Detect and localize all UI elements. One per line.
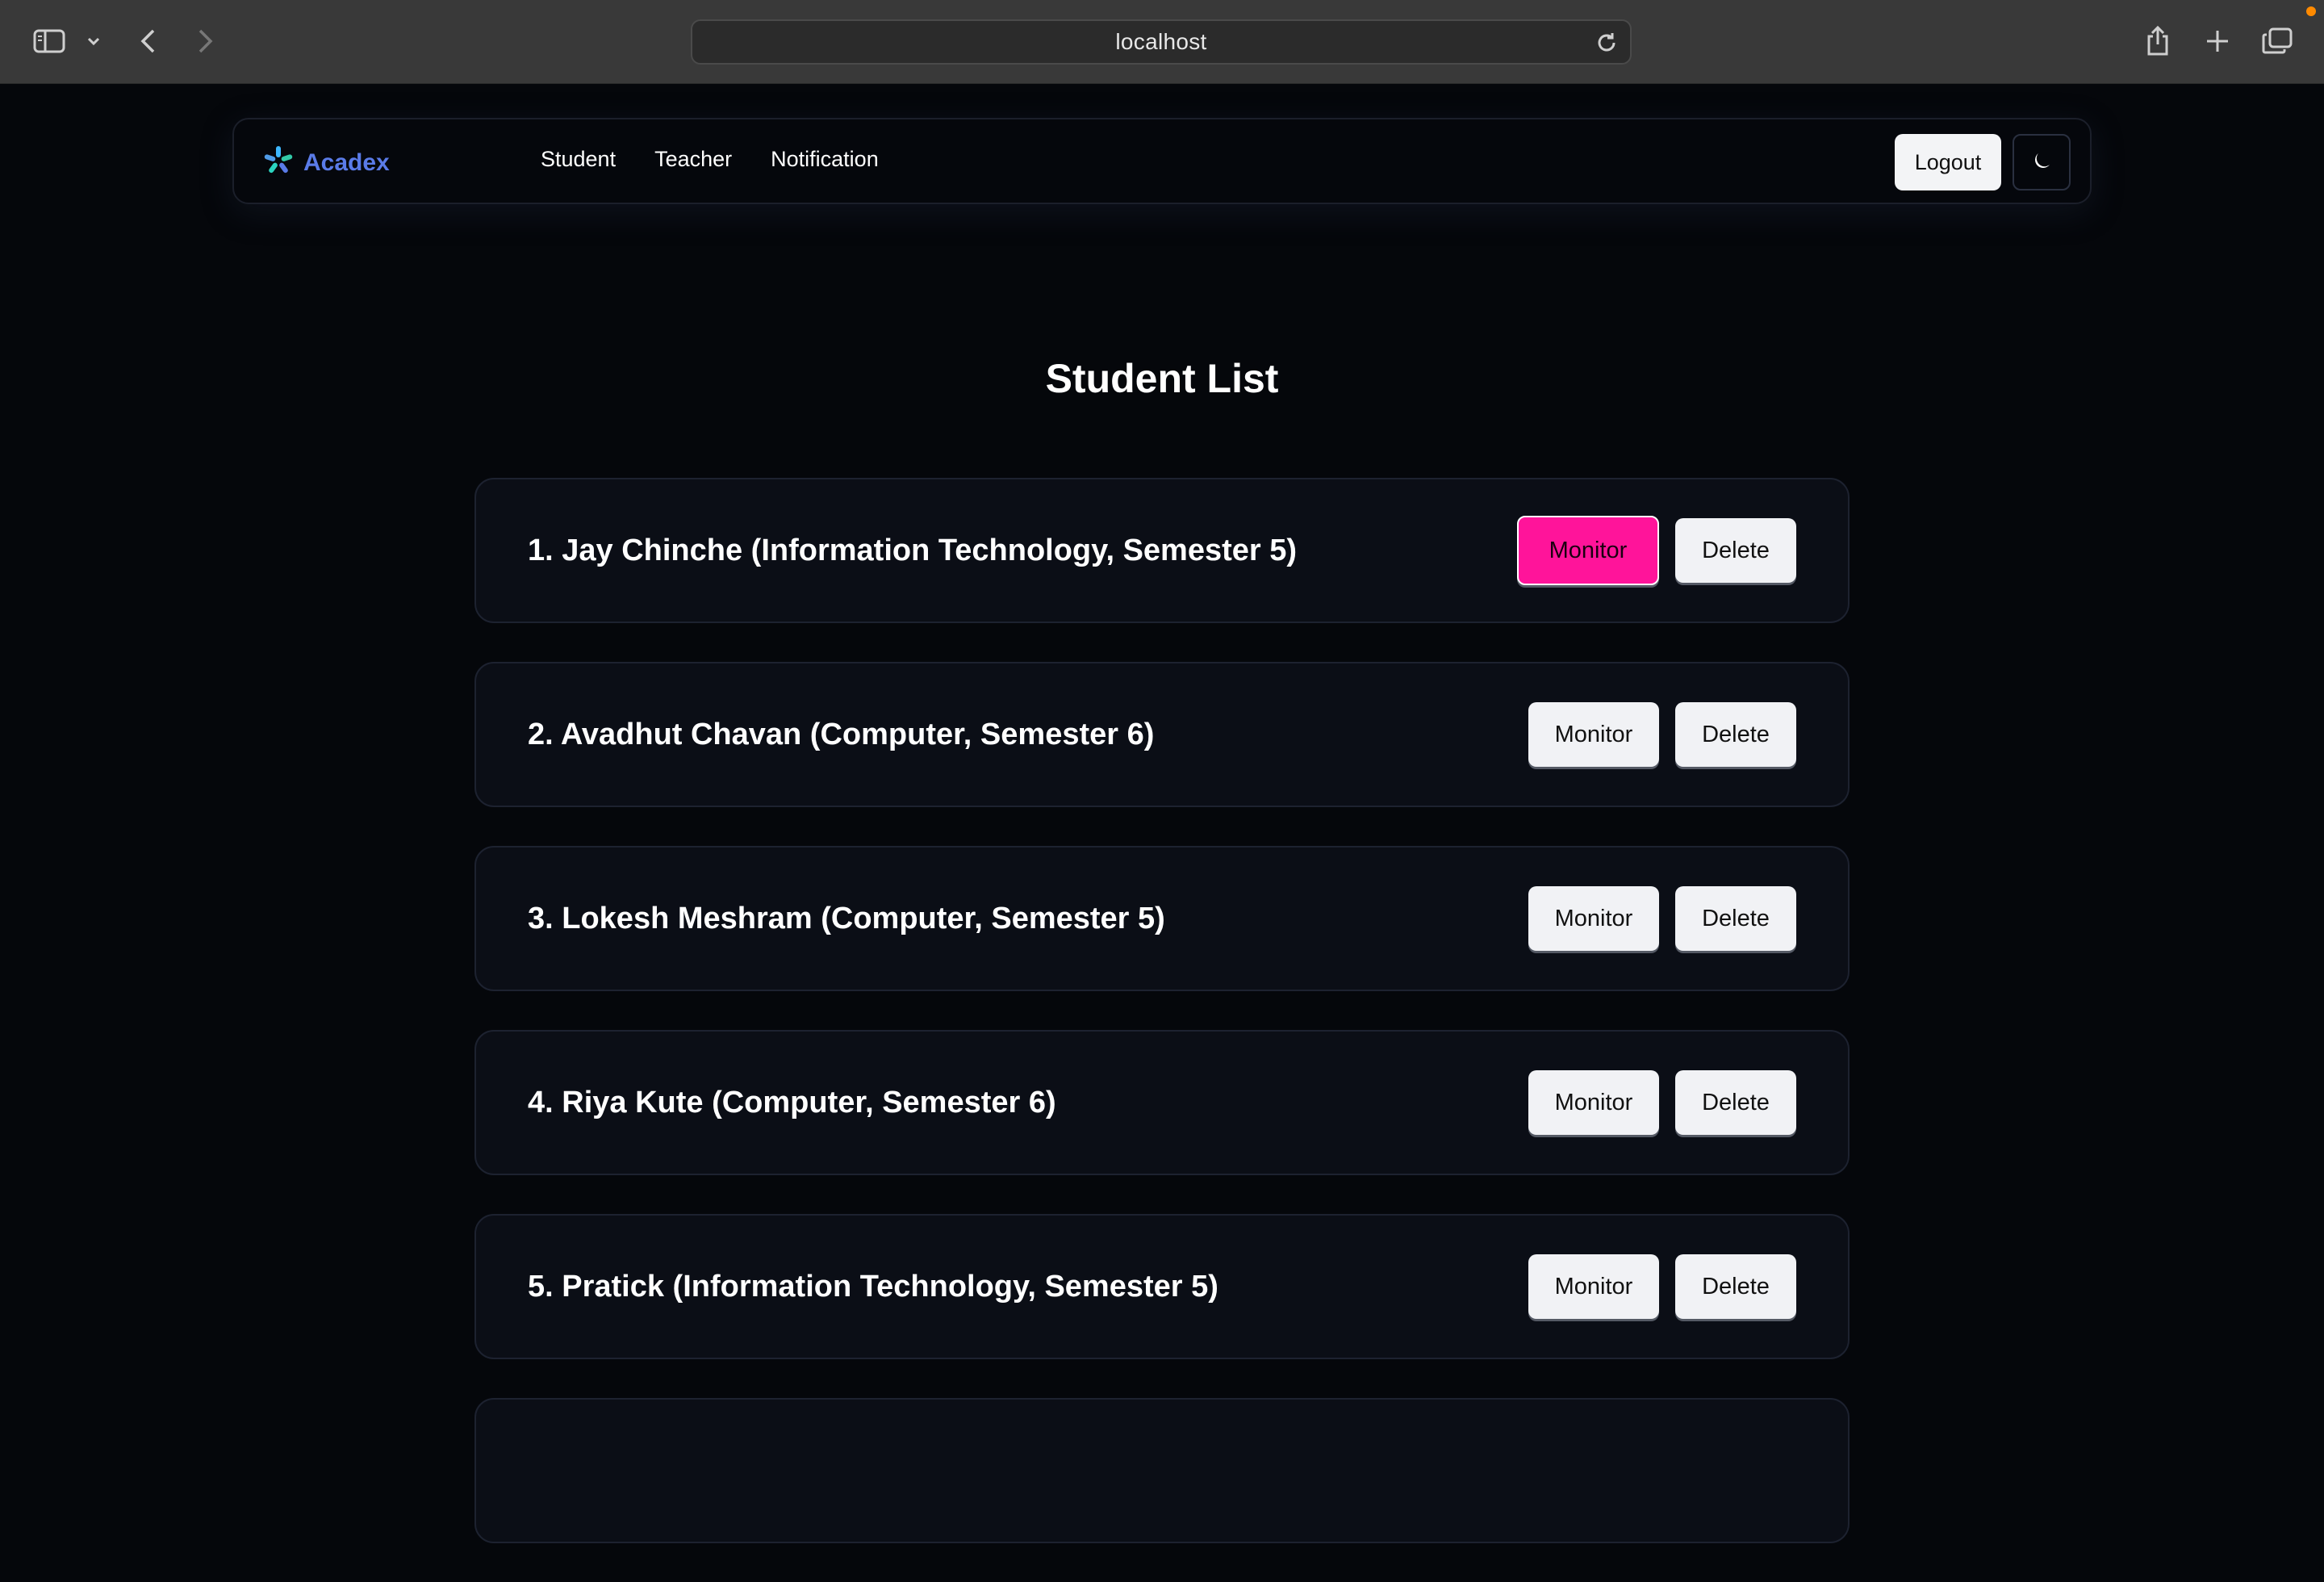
delete-button[interactable]: Delete (1675, 702, 1796, 767)
brand[interactable]: Acadex (263, 145, 390, 180)
address-bar[interactable]: localhost (691, 19, 1632, 65)
delete-button[interactable]: Delete (1675, 1254, 1796, 1319)
nav-link-student[interactable]: Student (541, 147, 616, 172)
notification-dot (2306, 6, 2316, 16)
app-navbar: Acadex Student Teacher Notification Logo… (232, 118, 2092, 204)
student-label: 4. Riya Kute (Computer, Semester 6) (528, 1085, 1056, 1120)
student-label: 1. Jay Chinche (Information Technology, … (528, 533, 1298, 567)
back-icon[interactable] (136, 18, 160, 65)
delete-button[interactable]: Delete (1675, 518, 1796, 583)
brand-name: Acadex (303, 149, 390, 176)
monitor-button[interactable]: Monitor (1528, 1254, 1659, 1319)
sidebar-toggle-icon[interactable] (31, 18, 68, 65)
chevron-down-icon[interactable] (84, 18, 103, 65)
page-title: Student List (1045, 356, 1279, 401)
student-label: 2. Avadhut Chavan (Computer, Semester 6) (528, 717, 1155, 751)
nav-link-notification[interactable]: Notification (771, 147, 879, 172)
monitor-button[interactable]: Monitor (1528, 702, 1659, 767)
forward-icon[interactable] (194, 18, 218, 65)
browser-toolbar: localhost (0, 0, 2324, 84)
student-actions: Monitor Delete (1528, 848, 1796, 990)
nav-link-teacher[interactable]: Teacher (654, 147, 732, 172)
student-actions: Monitor Delete (1517, 479, 1796, 622)
logout-button[interactable]: Logout (1895, 134, 2001, 190)
delete-button[interactable]: Delete (1675, 1070, 1796, 1135)
share-icon[interactable] (2142, 18, 2174, 65)
monitor-button[interactable]: Monitor (1517, 516, 1659, 585)
theme-toggle-button[interactable] (2013, 134, 2071, 190)
monitor-button[interactable]: Monitor (1528, 886, 1659, 951)
student-actions: Monitor Delete (1528, 1216, 1796, 1358)
student-card: 3. Lokesh Meshram (Computer, Semester 5)… (474, 846, 1850, 991)
reload-icon[interactable] (1595, 31, 1619, 59)
student-actions: Monitor Delete (1528, 663, 1796, 806)
student-label: 3. Lokesh Meshram (Computer, Semester 5) (528, 901, 1165, 935)
nav-links: Student Teacher Notification (541, 147, 879, 172)
logo-icon (263, 145, 294, 180)
student-card-partial (474, 1398, 1850, 1543)
student-card: 5. Pratick (Information Technology, Seme… (474, 1214, 1850, 1359)
student-card: 1. Jay Chinche (Information Technology, … (474, 478, 1850, 623)
student-list: 1. Jay Chinche (Information Technology, … (474, 478, 1850, 1582)
url-text: localhost (1115, 29, 1207, 54)
student-card: 4. Riya Kute (Computer, Semester 6) Moni… (474, 1030, 1850, 1175)
student-actions: Monitor Delete (1528, 1032, 1796, 1174)
student-card: 2. Avadhut Chavan (Computer, Semester 6)… (474, 662, 1850, 807)
student-label: 5. Pratick (Information Technology, Seme… (528, 1269, 1218, 1304)
new-tab-icon[interactable] (2201, 18, 2234, 65)
delete-button[interactable]: Delete (1675, 886, 1796, 951)
monitor-button[interactable]: Monitor (1528, 1070, 1659, 1135)
moon-icon (2030, 150, 2053, 175)
tab-overview-icon[interactable] (2259, 18, 2295, 65)
